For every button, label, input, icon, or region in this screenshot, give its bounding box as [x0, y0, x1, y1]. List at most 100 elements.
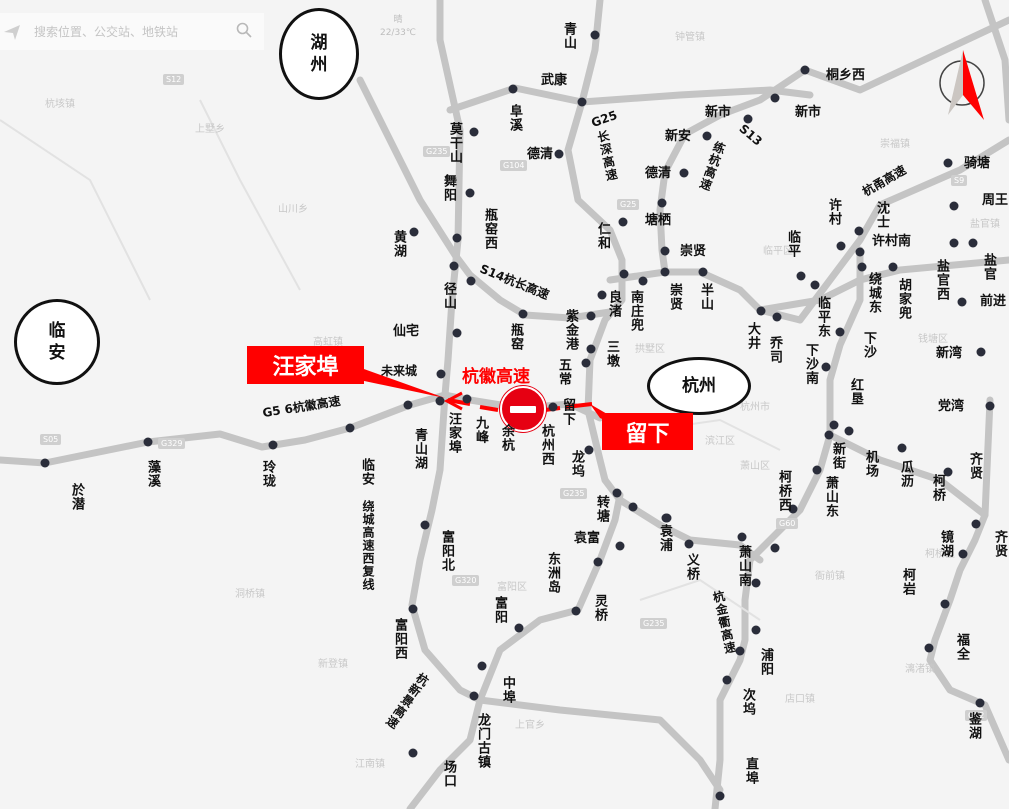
magnifier-icon[interactable] — [236, 22, 264, 42]
station-label: 浦阳 — [758, 648, 773, 676]
station-label: 瓶窑西 — [482, 208, 497, 250]
station-label: 柯岩 — [900, 568, 915, 596]
station-label: 黄湖 — [391, 230, 406, 258]
back-arrow-icon[interactable] — [0, 13, 24, 50]
station-label: 齐贤 — [992, 530, 1007, 558]
city-name: 杭州 — [682, 376, 716, 396]
station-label: 绕城东 — [866, 272, 881, 314]
station-label: 场口 — [441, 760, 456, 788]
station-label: 直埠 — [743, 757, 758, 785]
station-label: 留下 — [560, 398, 575, 426]
bg-place: 滨江区 — [705, 436, 735, 447]
road-hangnan — [756, 256, 1009, 314]
station-label: 崇贤 — [680, 244, 707, 259]
bg-place: 杭州市 — [740, 402, 770, 413]
route-shield: G235 — [560, 488, 588, 499]
city-name: 临安 — [48, 321, 66, 363]
city-name: 湖州 — [310, 33, 328, 75]
station-label: 下沙 — [861, 331, 876, 359]
station-label: 桐乡西 — [826, 68, 866, 83]
callout-liuxia: 留下 — [602, 413, 693, 450]
station-label: 盐官西 — [934, 259, 949, 301]
station-label: 新市 — [705, 105, 732, 120]
station-label: 龙坞 — [569, 450, 584, 478]
station-label: 舞阳 — [441, 174, 456, 202]
bg-place: 衙前镇 — [815, 571, 845, 582]
station-label: 袁富 — [574, 531, 601, 546]
station-label: 骑塘 — [964, 156, 991, 171]
city-marker-huzhou[interactable]: 湖州 — [279, 8, 359, 100]
north-arrow-icon[interactable] — [938, 45, 992, 125]
bg-place: 崇福镇 — [880, 139, 910, 150]
station-label: 临平东 — [815, 296, 830, 338]
station-label: 青山湖 — [412, 428, 427, 470]
station-label: 杭州西 — [539, 424, 554, 466]
bg-place: 店口镇 — [785, 694, 815, 705]
road-qixian — [981, 396, 994, 519]
station-label: 半山 — [698, 283, 713, 311]
station-label: 武康 — [541, 73, 568, 88]
station-label: 柯桥西 — [776, 470, 791, 512]
route-shield: S12 — [163, 74, 185, 85]
station-label: 袁浦 — [657, 524, 672, 552]
city-marker-linan[interactable]: 临安 — [14, 299, 100, 385]
station-label: 龙门古镇 — [475, 713, 490, 769]
station-label: 崇贤 — [667, 283, 682, 311]
map-canvas[interactable]: 杭垓镇 上墅乡 山川乡 高虹镇 钟管镇 崇福镇 盐官镇 钱塘区 临平区 拱墅区 … — [0, 0, 1009, 809]
station-label: 镜湖 — [938, 530, 953, 558]
bg-place: 萧山区 — [740, 461, 770, 472]
bg-place: 上墅乡 — [195, 124, 225, 135]
bg-place: 漓渚镇 — [905, 664, 935, 675]
bg-place: 盐官镇 — [970, 219, 1000, 230]
bg-place: 新登镇 — [318, 659, 348, 670]
station-label: 齐贤 — [967, 452, 982, 480]
station-label: 中埠 — [500, 676, 515, 704]
weather-widget[interactable]: 晴 22/33℃ — [372, 14, 424, 40]
station-label: 沈士 — [874, 201, 889, 229]
road-s14 — [356, 76, 614, 322]
weather-temperature: 22/33℃ — [379, 28, 417, 38]
bg-place: 洞桥镇 — [235, 589, 265, 600]
station-label: 於潜 — [69, 483, 84, 511]
station-label: 仙宅 — [393, 324, 420, 339]
station-label: 周王 — [982, 193, 1009, 208]
bg-place: 杭垓镇 — [45, 99, 75, 110]
station-label: 红垦 — [848, 378, 863, 406]
station-label: 仁和 — [595, 222, 610, 250]
station-label: 三墩 — [604, 340, 619, 368]
station-label: 塘栖 — [645, 213, 672, 228]
station-label: 临平 — [785, 230, 800, 258]
bg-place: 江南镇 — [355, 759, 385, 770]
station-label: 大井 — [745, 322, 760, 350]
station-label: 新市 — [795, 105, 822, 120]
station-label: 五常 — [556, 358, 571, 386]
station-label: 前进 — [980, 294, 1007, 309]
station-label: 良渚 — [606, 290, 621, 318]
station-label: 青山 — [561, 22, 576, 50]
station-label: 萧山南 — [736, 545, 751, 587]
station-label: 许村南 — [872, 234, 912, 249]
station-label: 机场 — [863, 450, 878, 478]
station-label: 富阳西 — [392, 618, 407, 660]
search-bar[interactable]: 搜索位置、公交站、地铁站 — [0, 13, 264, 50]
bg-place: 拱墅区 — [635, 344, 665, 355]
station-label: 盐官 — [981, 253, 996, 281]
bg-place: 上官乡 — [515, 720, 545, 731]
station-label: 新安 — [665, 129, 692, 144]
station-label: 紫金港 — [563, 309, 578, 351]
station-label: 次坞 — [740, 688, 755, 716]
station-label: 藻溪 — [145, 460, 160, 488]
station-label: 党湾 — [938, 399, 965, 414]
bg-place: 富阳区 — [497, 582, 527, 593]
station-label: 玲珑 — [260, 460, 275, 488]
station-label: 莫干山 — [447, 122, 462, 164]
station-label: 鉴湖 — [966, 712, 981, 740]
city-marker-hangzhou[interactable]: 杭州 — [647, 357, 751, 415]
bg-place: 钟管镇 — [675, 32, 705, 43]
station-label: 九峰 — [473, 416, 488, 444]
search-input[interactable]: 搜索位置、公交站、地铁站 — [24, 23, 236, 40]
road-middle-south — [476, 696, 724, 794]
station-label: 临安 — [359, 458, 374, 486]
route-shield: S9 — [951, 175, 968, 186]
station-label: 汪家埠 — [446, 412, 461, 454]
